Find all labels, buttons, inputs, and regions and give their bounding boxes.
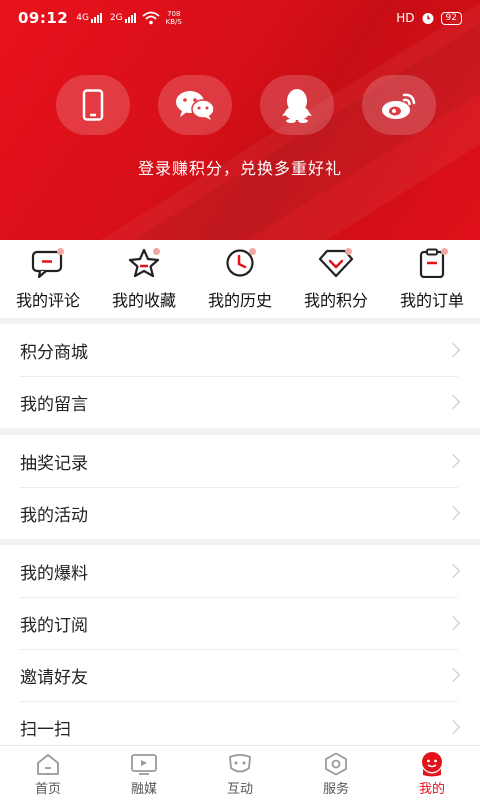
nav-home[interactable]: 首页 — [0, 746, 96, 800]
wifi-icon — [142, 11, 160, 25]
quick-my-comments[interactable]: 我的评论 — [3, 248, 93, 311]
qq-icon — [282, 89, 312, 123]
nav-label: 我的 — [418, 782, 445, 797]
menu-invite-friends[interactable]: 邀请好友 — [0, 649, 480, 701]
menu-points-mall[interactable]: 积分商城 — [0, 324, 480, 376]
nav-label: 互动 — [226, 782, 253, 797]
battery-indicator: 92 — [440, 11, 462, 25]
profile-header: 09:12 4G 2G 708 KB/S HD 92 登录赚积分，兑换多重好礼 — [0, 0, 480, 240]
menu-label: 我的活动 — [20, 505, 88, 526]
menu-group-3: 我的爆料 我的订阅 邀请好友 扫一扫 — [0, 545, 480, 753]
menu-label: 邀请好友 — [20, 667, 88, 688]
menu-my-activities[interactable]: 我的活动 — [0, 487, 480, 539]
notification-dot — [441, 248, 448, 255]
quick-actions: 我的评论 我的收藏 我的历史 我的积分 我的订单 — [0, 240, 480, 318]
status-time: 09:12 — [18, 9, 69, 27]
alarm-icon — [422, 13, 434, 24]
chevron-right-icon — [445, 719, 461, 735]
notification-dot — [153, 248, 160, 255]
menu-lottery-records[interactable]: 抽奖记录 — [0, 435, 480, 487]
hd-indicator: HD — [396, 11, 415, 25]
signal-4g-icon: 4G — [76, 13, 102, 23]
weibo-icon — [382, 93, 416, 119]
weibo-login-button[interactable] — [362, 75, 436, 135]
menu-label: 积分商城 — [20, 342, 88, 363]
nav-interact[interactable]: 互动 — [192, 746, 288, 800]
quick-label: 我的历史 — [207, 291, 272, 310]
chevron-right-icon — [445, 667, 461, 683]
wechat-login-button[interactable] — [158, 75, 232, 135]
nav-label: 融媒 — [130, 782, 157, 797]
signal-2g-icon: 2G — [110, 13, 136, 23]
notification-dot — [57, 248, 64, 255]
quick-my-favorites[interactable]: 我的收藏 — [99, 248, 189, 311]
quick-label: 我的订单 — [399, 291, 464, 310]
chevron-right-icon — [445, 342, 461, 358]
menu-label: 扫一扫 — [20, 719, 71, 740]
phone-login-icon — [82, 89, 104, 121]
status-bar: 09:12 4G 2G 708 KB/S HD 92 — [0, 0, 480, 36]
quick-label: 我的收藏 — [111, 291, 176, 310]
nav-label: 服务 — [322, 782, 349, 797]
network-speed: 708 KB/S — [166, 10, 182, 26]
nav-media[interactable]: 融媒 — [96, 746, 192, 800]
menu-label: 我的留言 — [20, 394, 88, 415]
notification-dot — [249, 248, 256, 255]
chevron-right-icon — [445, 453, 461, 469]
nav-mine[interactable]: 我的 — [384, 746, 480, 800]
speed-value: 708 — [167, 10, 181, 18]
menu-label: 我的订阅 — [20, 615, 88, 636]
service-icon — [325, 752, 347, 776]
home-icon — [37, 754, 59, 775]
chevron-right-icon — [445, 563, 461, 579]
quick-my-orders[interactable]: 我的订单 — [387, 248, 477, 311]
quick-my-history[interactable]: 我的历史 — [195, 248, 285, 311]
menu-group-1: 积分商城 我的留言 — [0, 324, 480, 428]
bottom-nav: 首页 融媒 互动 服务 我的 — [0, 745, 480, 800]
signal-label: 4G — [76, 13, 89, 23]
wechat-icon — [176, 91, 215, 120]
phone-login-button[interactable] — [56, 75, 130, 135]
nav-label: 首页 — [34, 782, 61, 797]
quick-label: 我的积分 — [303, 291, 368, 310]
menu-label: 我的爆料 — [20, 563, 88, 584]
menu-label: 抽奖记录 — [20, 453, 88, 474]
chevron-right-icon — [445, 394, 461, 410]
login-tip[interactable]: 登录赚积分，兑换多重好礼 — [0, 155, 480, 179]
social-login-row — [56, 75, 436, 135]
interact-icon — [229, 754, 251, 773]
tv-icon — [131, 754, 157, 775]
mine-icon — [422, 752, 442, 777]
quick-my-points[interactable]: 我的积分 — [291, 248, 381, 311]
menu-my-messages[interactable]: 我的留言 — [0, 376, 480, 428]
menu-group-2: 抽奖记录 我的活动 — [0, 435, 480, 539]
menu-my-subscriptions[interactable]: 我的订阅 — [0, 597, 480, 649]
menu-my-tips[interactable]: 我的爆料 — [0, 545, 480, 597]
chevron-right-icon — [445, 505, 461, 521]
signal-label: 2G — [109, 13, 123, 23]
qq-login-button[interactable] — [260, 75, 334, 135]
notification-dot — [345, 248, 352, 255]
chevron-right-icon — [445, 615, 461, 631]
nav-service[interactable]: 服务 — [288, 746, 384, 800]
speed-unit: KB/S — [165, 18, 182, 26]
quick-label: 我的评论 — [15, 291, 80, 310]
